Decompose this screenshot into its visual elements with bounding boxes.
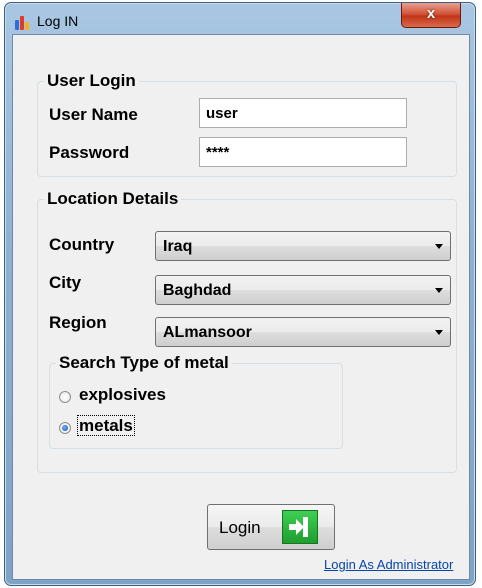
login-button[interactable]: Login xyxy=(207,504,335,550)
metals-label: metals xyxy=(77,415,135,436)
chevron-down-icon xyxy=(435,288,443,293)
city-value: Baghdad xyxy=(163,282,232,299)
dialog-body: User Login User Name Password Location D… xyxy=(12,34,470,580)
explosives-label[interactable]: explosives xyxy=(79,385,166,405)
login-as-administrator-link[interactable]: Login As Administrator xyxy=(324,557,453,572)
login-window: Log IN x User Login User Name Password L… xyxy=(4,2,476,586)
close-button[interactable]: x xyxy=(401,3,461,28)
chevron-down-icon xyxy=(435,330,443,335)
password-input[interactable] xyxy=(199,137,407,167)
country-label: Country xyxy=(49,235,115,254)
user-login-legend: User Login xyxy=(47,71,136,90)
username-label: User Name xyxy=(49,105,138,124)
search-type-legend: Search Type of metal xyxy=(59,353,229,372)
country-value: Iraq xyxy=(163,238,193,255)
region-label: Region xyxy=(49,313,107,332)
explosives-radio[interactable] xyxy=(59,391,71,403)
metals-label-wrap[interactable]: metals xyxy=(77,415,135,436)
title-bar[interactable]: Log IN x xyxy=(5,3,475,35)
city-select[interactable]: Baghdad xyxy=(155,275,451,305)
window-title: Log IN xyxy=(37,13,79,29)
login-button-label: Login xyxy=(219,518,261,537)
city-label: City xyxy=(49,273,82,292)
metals-radio[interactable] xyxy=(59,422,71,434)
location-details-legend: Location Details xyxy=(47,189,179,208)
close-icon: x xyxy=(426,5,436,22)
country-select[interactable]: Iraq xyxy=(155,231,451,261)
password-label: Password xyxy=(49,143,130,162)
region-value: ALmansoor xyxy=(163,324,252,341)
enter-arrow-icon xyxy=(282,510,318,544)
app-icon xyxy=(15,14,33,30)
username-input[interactable] xyxy=(199,98,407,128)
region-select[interactable]: ALmansoor xyxy=(155,317,451,347)
chevron-down-icon xyxy=(435,244,443,249)
